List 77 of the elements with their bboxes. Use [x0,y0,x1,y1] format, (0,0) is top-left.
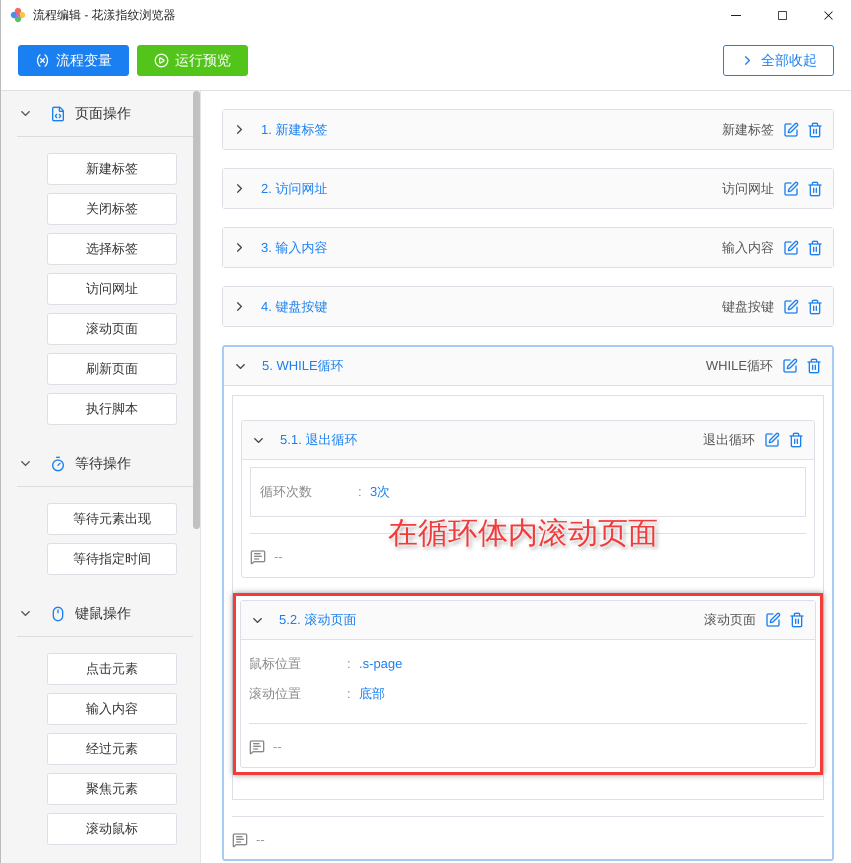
trash-icon[interactable] [807,298,823,314]
param-colon: : [347,685,352,704]
comment-icon [249,739,265,755]
scrollbar-thumb[interactable] [193,91,200,529]
edit-icon[interactable] [783,298,799,314]
step-header[interactable]: 2. 访问网址 访问网址 [223,169,833,208]
param-value: 底部 [359,685,385,704]
action-button[interactable]: 关闭标签 [47,193,177,225]
action-button[interactable]: 执行脚本 [47,393,177,425]
action-button[interactable]: 等待指定时间 [47,543,177,575]
action-button[interactable]: 输入内容 [47,693,177,725]
flower-logo-icon [10,7,26,23]
action-button[interactable]: 滚动页面 [47,313,177,345]
step-title: 1. 新建标签 [261,120,328,139]
trash-icon[interactable] [789,612,805,628]
step-type: 访问网址 [722,180,774,198]
variable-icon [35,52,50,68]
minimize-icon [731,14,741,16]
stopwatch-icon [50,456,66,472]
action-button[interactable]: 点击元素 [47,653,177,685]
param-value: 3次 [370,483,390,502]
comment-text: -- [274,548,283,566]
comment-text: -- [256,831,265,850]
param-colon: : [358,483,363,502]
step-header[interactable]: 5.1. 退出循环 退出循环 [242,421,814,460]
param-colon: : [347,655,352,674]
maximize-icon [776,10,788,20]
step-type: 新建标签 [722,120,774,139]
comment-text: -- [273,738,282,756]
comment-icon [232,832,248,848]
trash-icon[interactable] [807,122,823,138]
edit-icon[interactable] [764,432,780,448]
collapse-all-button[interactable]: 全部收起 [723,44,834,76]
step-title: 5. WHILE循环 [262,357,344,376]
edit-icon[interactable] [783,122,799,138]
mouse-icon [50,606,66,622]
param-label: 鼠标位置 [249,655,302,674]
window-title: 流程编辑 - 花漾指纹浏览器 [33,7,176,24]
step-header[interactable]: 5. WHILE循环 WHILE循环 [224,347,832,386]
action-button[interactable]: 选择标签 [47,233,177,265]
step-header[interactable]: 1. 新建标签 新建标签 [223,110,833,149]
step-title: 4. 键盘按键 [261,298,328,316]
param-value: .s-page [359,655,402,674]
step-title: 5.1. 退出循环 [280,431,358,450]
step-type: WHILE循环 [706,357,773,376]
toolbar-button[interactable]: 流程变量 [18,44,129,76]
step-title: 5.2. 滚动页面 [279,611,356,630]
edit-icon[interactable] [783,180,799,196]
action-button[interactable]: 等待元素出现 [47,503,177,535]
trash-icon[interactable] [806,358,822,374]
action-button[interactable]: 聚焦元素 [47,773,177,805]
step-type: 输入内容 [722,238,774,257]
edit-icon[interactable] [765,612,781,628]
code-file-icon [50,106,66,122]
step-header[interactable]: 4. 键盘按键 键盘按键 [223,287,833,326]
step-header[interactable]: 3. 输入内容 输入内容 [223,228,833,267]
step-title: 2. 访问网址 [261,180,328,198]
edit-icon[interactable] [782,358,798,374]
step-type: 退出循环 [703,431,755,450]
step-type: 滚动页面 [704,611,756,630]
action-button[interactable]: 经过元素 [47,733,177,765]
action-button[interactable]: 滚动鼠标 [47,813,177,845]
action-button[interactable]: 刷新页面 [47,353,177,385]
step-title: 3. 输入内容 [261,238,328,257]
trash-icon[interactable] [788,432,804,448]
action-button[interactable]: 访问网址 [47,273,177,305]
play-icon [154,52,169,68]
action-button[interactable]: 新建标签 [47,153,177,185]
trash-icon[interactable] [807,180,823,196]
param-label: 循环次数 [260,483,313,502]
edit-icon[interactable] [783,240,799,256]
trash-icon[interactable] [807,240,823,256]
step-type: 键盘按键 [722,298,774,316]
step-header[interactable]: 5.2. 滚动页面 滚动页面 [241,601,815,640]
annotation-text: 在循环体内滚动页面 [388,516,658,552]
comment-icon [250,549,266,565]
param-label: 滚动位置 [249,685,302,704]
